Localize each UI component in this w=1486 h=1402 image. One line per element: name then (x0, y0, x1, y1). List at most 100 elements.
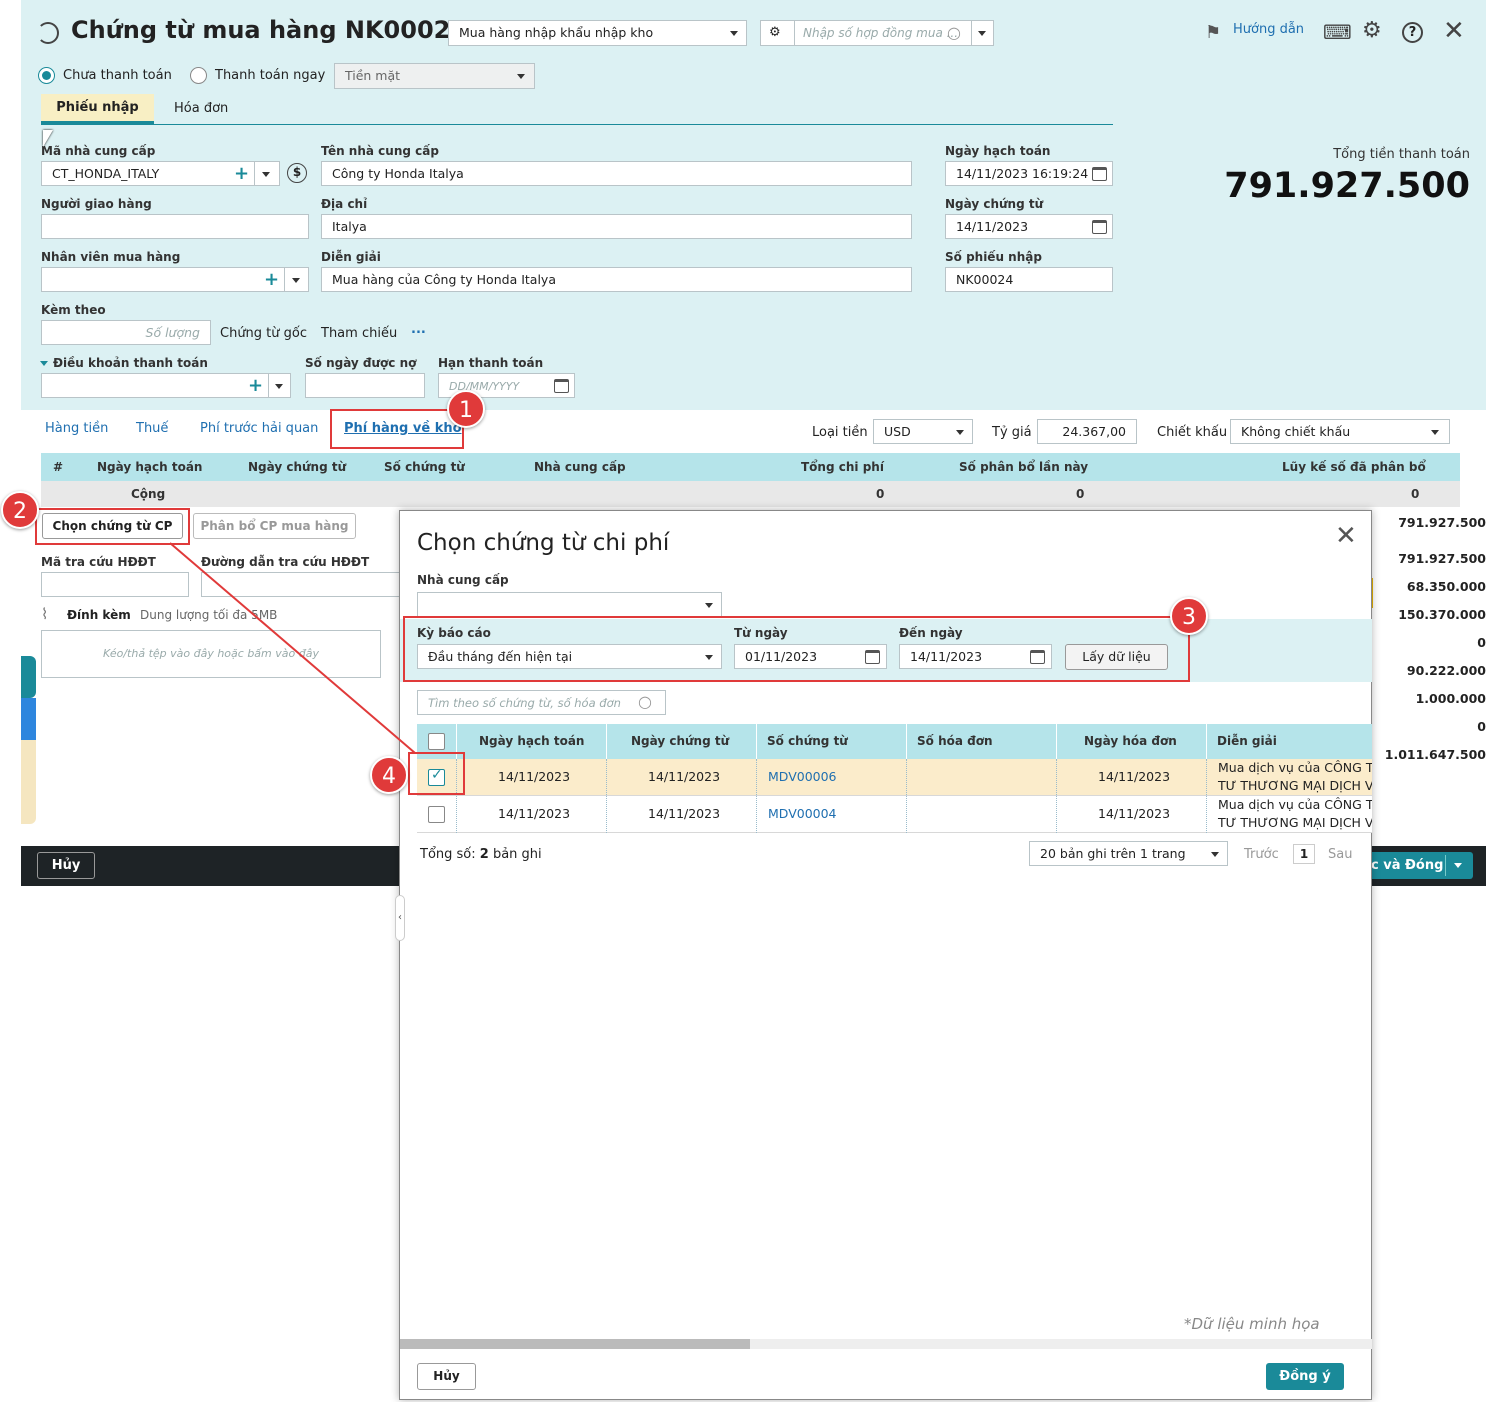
tab-phieu-nhap[interactable]: Phiếu nhập (41, 94, 154, 124)
gear-icon[interactable]: ⚙ (769, 25, 781, 40)
chevron-down-icon[interactable] (978, 31, 986, 36)
row-doc-date: 14/11/2023 (648, 769, 721, 784)
row-checkbox[interactable] (428, 806, 445, 823)
dialog-supplier-select[interactable] (417, 592, 722, 617)
search-icon[interactable]: ○ (947, 23, 961, 42)
dialog-cancel-button[interactable]: Hủy (417, 1363, 476, 1390)
einvoice-link-field[interactable] (201, 572, 401, 597)
summary-value: 791.927.500 (1398, 515, 1486, 530)
dialog-ok-button[interactable]: Đồng ý (1266, 1363, 1344, 1390)
footer-cancel-button[interactable]: Hủy (37, 852, 95, 879)
search-icon[interactable]: ○ (638, 692, 652, 711)
history-icon[interactable] (37, 22, 59, 44)
tab-thue[interactable]: Thuế (136, 421, 168, 436)
guide-link[interactable]: Hướng dẫn (1233, 22, 1304, 37)
add-icon[interactable]: + (234, 165, 249, 183)
reference-more-button[interactable]: ... (411, 322, 426, 337)
buyer-field[interactable]: + (41, 267, 309, 292)
receipt-no-field[interactable]: NK00024 (945, 267, 1113, 292)
calendar-icon[interactable] (554, 379, 569, 393)
side-tab-cream-2[interactable] (21, 782, 36, 824)
save-close-button[interactable]: c và Đóng (1361, 852, 1473, 879)
doc-date-value: 14/11/2023 (956, 219, 1029, 234)
next-page-button[interactable]: Sau (1328, 847, 1352, 862)
dlg-col-doc-no: Số chứng từ (767, 734, 848, 748)
row-doc-no-link[interactable]: MDV00004 (768, 806, 837, 821)
chevron-down-icon[interactable] (262, 172, 270, 177)
attachment-label: Đính kèm (67, 608, 131, 622)
summary-value: 68.350.000 (1406, 579, 1486, 594)
calendar-icon[interactable] (1092, 167, 1107, 181)
add-icon[interactable]: + (264, 271, 279, 289)
table-row[interactable]: 14/11/2023 14/11/2023 MDV00004 14/11/202… (417, 796, 1372, 833)
calendar-icon[interactable] (1092, 220, 1107, 234)
tab-phi-truoc-hai-quan[interactable]: Phí trước hải quan (200, 421, 318, 436)
current-page[interactable]: 1 (1293, 844, 1315, 864)
guide-icon[interactable]: ⚑ (1205, 22, 1221, 43)
address-field[interactable]: Italya (321, 214, 912, 239)
help-icon[interactable]: ? (1402, 22, 1423, 43)
horizontal-scrollbar[interactable] (400, 1339, 1372, 1349)
reference-text: Tham chiếu (321, 326, 398, 341)
supplier-name-field[interactable]: Công ty Honda Italya (321, 161, 912, 186)
collapse-icon[interactable] (40, 361, 48, 366)
dlg-col-posting-date: Ngày hạch toán (479, 734, 585, 748)
table-row[interactable]: ✓ 14/11/2023 14/11/2023 MDV00006 14/11/2… (417, 759, 1372, 796)
description-field[interactable]: Mua hàng của Công ty Honda Italya (321, 267, 912, 292)
supplier-code-field[interactable]: CT_HONDA_ITALY + (41, 161, 280, 186)
settings-icon[interactable]: ⚙ (1362, 18, 1382, 43)
allocated-cumulative-value: 0 (1411, 487, 1420, 501)
payment-terms-field[interactable]: + (41, 373, 291, 398)
quantity-field[interactable]: Số lượng (41, 320, 211, 345)
contract-input[interactable]: Nhập số hợp đồng mua ... (803, 26, 958, 40)
close-icon[interactable]: ✕ (1443, 16, 1465, 46)
tab-hang-tien[interactable]: Hàng tiền (45, 421, 108, 436)
side-tab-blue[interactable] (21, 698, 36, 740)
allocate-cost-button[interactable]: Phân bổ CP mua hàng (193, 513, 356, 539)
row-invoice-date: 14/11/2023 (1098, 769, 1171, 784)
credit-days-field[interactable] (305, 373, 425, 398)
chevron-down-icon[interactable] (1454, 863, 1462, 868)
chevron-down-icon (1211, 852, 1219, 857)
radio-unpaid[interactable] (38, 67, 55, 84)
doc-date-field[interactable]: 14/11/2023 (945, 214, 1113, 239)
dialog-close-icon[interactable]: ✕ (1335, 521, 1357, 551)
keyboard-icon[interactable]: ⌨ (1323, 20, 1352, 44)
tab-hoa-don[interactable]: Hóa đơn (174, 101, 228, 116)
attachment-dropzone[interactable]: Kéo/thả tệp vào đây hoặc bấm vào đây (41, 630, 381, 678)
record-count-suffix: bản ghi (492, 847, 542, 862)
highlight-choose-cp-button (35, 508, 190, 545)
search-placeholder: Tìm theo số chứng từ, số hóa đơn (428, 696, 621, 710)
voucher-type-select[interactable]: Mua hàng nhập khẩu nhập kho (448, 20, 747, 46)
page-size-select[interactable]: 20 bản ghi trên 1 trang (1029, 841, 1228, 866)
currency-select[interactable]: USD (873, 419, 973, 444)
side-tab-teal[interactable] (21, 656, 36, 698)
deliverer-field[interactable] (41, 214, 309, 239)
select-all-checkbox[interactable] (428, 733, 445, 750)
contract-search[interactable]: ⚙ Nhập số hợp đồng mua ... ○ (760, 20, 994, 46)
prev-page-button[interactable]: Trước (1244, 847, 1279, 862)
add-icon[interactable]: + (248, 377, 263, 395)
cost-grid-header: # Ngày hạch toán Ngày chứng từ Số chứng … (41, 453, 1460, 481)
chevron-down-icon[interactable] (292, 278, 300, 283)
side-tab-cream-1[interactable] (21, 740, 36, 782)
dialog-search-input[interactable]: Tìm theo số chứng từ, số hóa đơn ○ (417, 690, 666, 715)
radio-pay-now-label: Thanh toán ngay (215, 68, 326, 83)
posting-date-field[interactable]: 14/11/2023 16:19:24 (945, 161, 1113, 186)
discount-select[interactable]: Không chiết khấu (1230, 419, 1450, 444)
dialog-supplier-label: Nhà cung cấp (417, 573, 509, 587)
collapse-handle[interactable]: ‹ (395, 895, 405, 941)
chevron-down-icon[interactable] (275, 384, 283, 389)
rate-field[interactable]: 24.367,00 (1037, 419, 1137, 444)
summary-value: 150.370.000 (1398, 607, 1486, 622)
row-doc-no-link[interactable]: MDV00006 (768, 769, 837, 784)
summary-value: 791.927.500 (1398, 551, 1486, 566)
radio-pay-now[interactable] (190, 67, 207, 84)
cost-grid-total-row: Cộng 0 0 0 (41, 481, 1460, 507)
col-allocated-cumulative: Lũy kế số đã phân bổ (1282, 460, 1426, 474)
payment-method-select[interactable]: Tiền mặt (334, 63, 535, 89)
currency-icon[interactable]: $ (287, 163, 307, 183)
supplier-name-label: Tên nhà cung cấp (321, 144, 439, 158)
einvoice-code-field[interactable] (41, 572, 189, 597)
dropzone-text: Kéo/thả tệp vào đây hoặc bấm vào đây (103, 647, 319, 660)
